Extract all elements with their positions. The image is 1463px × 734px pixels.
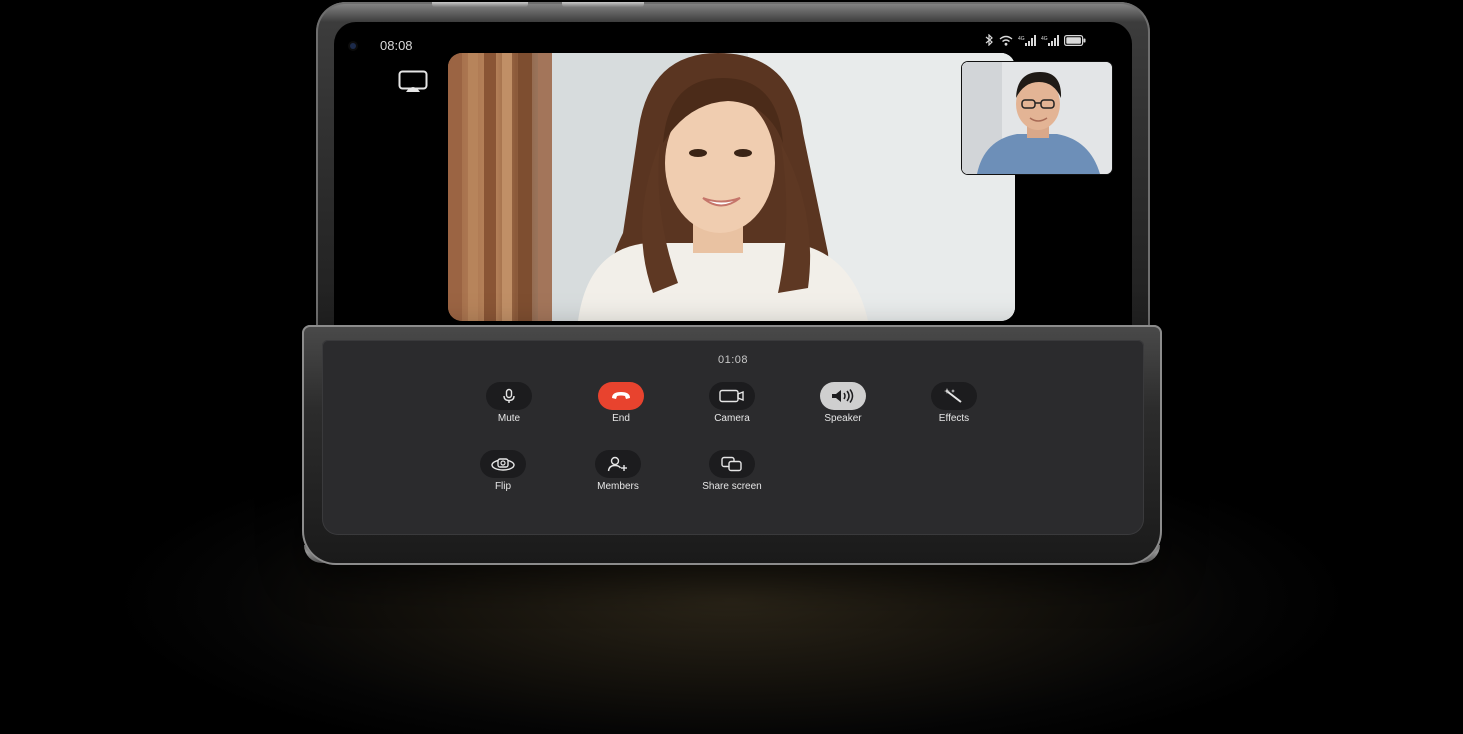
local-participant-image (962, 62, 1112, 174)
video-camera-icon (719, 389, 744, 403)
speaker-label: Speaker (824, 413, 862, 424)
effects-button[interactable] (931, 382, 977, 410)
camera-control[interactable]: Camera (682, 382, 782, 424)
members-control[interactable]: Members (568, 450, 668, 492)
camera-label: Camera (714, 413, 750, 424)
share-screen-control[interactable]: Share screen (682, 450, 782, 492)
camera-button[interactable] (709, 382, 755, 410)
screen-cast-icon[interactable] (398, 70, 432, 98)
status-time: 08:08 (380, 38, 413, 53)
signal-4g-icon: 4G (1018, 34, 1036, 46)
call-screen: 08:08 4G 4G (334, 22, 1132, 336)
effects-control[interactable]: Effects (904, 382, 1004, 424)
magic-wand-icon (944, 388, 962, 403)
speaker-icon (832, 389, 854, 403)
svg-text:4G: 4G (1041, 36, 1048, 42)
local-video-preview[interactable] (962, 62, 1112, 174)
flip-label: Flip (494, 481, 512, 492)
flip-control[interactable]: Flip (453, 450, 553, 492)
share-screen-icon (721, 456, 742, 472)
device-stage: 08:08 4G 4G 01:08 Mute End Camera Speake… (0, 0, 1463, 734)
battery-icon (1064, 34, 1086, 46)
call-controls-panel: 01:08 Mute End Camera Speaker Effects Fl… (322, 340, 1144, 535)
end-control[interactable]: End (571, 382, 671, 424)
speaker-control[interactable]: Speaker (793, 382, 893, 424)
remote-participant-image (448, 53, 1015, 321)
speaker-button[interactable] (820, 382, 866, 410)
bluetooth-icon (985, 34, 993, 46)
front-camera-icon (350, 43, 356, 49)
members-button[interactable] (595, 450, 641, 478)
remote-video (448, 53, 1015, 321)
end-label: End (612, 413, 630, 424)
status-icons: 4G 4G (985, 34, 1086, 46)
end-call-button[interactable] (598, 382, 644, 410)
members-label: Members (597, 481, 639, 492)
mute-button[interactable] (486, 382, 532, 410)
volume-button (432, 2, 528, 7)
wifi-icon (999, 35, 1013, 46)
flip-button[interactable] (480, 450, 526, 478)
power-button (562, 2, 644, 7)
share-screen-label: Share screen (702, 481, 762, 492)
share-screen-button[interactable] (709, 450, 755, 478)
call-timer: 01:08 (717, 354, 749, 366)
add-person-icon (607, 456, 627, 472)
svg-text:4G: 4G (1018, 36, 1025, 42)
effects-label: Effects (938, 413, 970, 424)
mute-label: Mute (497, 413, 521, 424)
mute-control[interactable]: Mute (459, 382, 559, 424)
signal-4g-icon: 4G (1041, 34, 1059, 46)
hangup-icon (612, 392, 630, 399)
microphone-icon (503, 388, 515, 403)
flip-camera-icon (491, 458, 515, 471)
